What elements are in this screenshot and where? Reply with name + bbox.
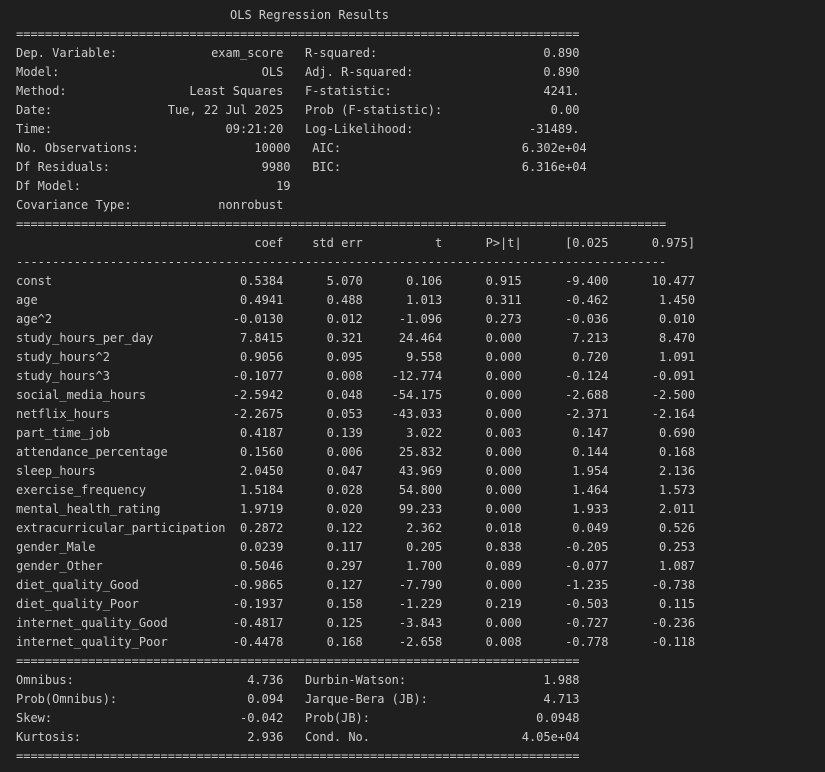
separator-coef-dash: ----------------------------------------… (16, 255, 667, 269)
coef-row: part_time_job 0.4187 0.139 3.022 0.003 0… (16, 426, 696, 440)
separator-bottom: ========================================… (16, 749, 580, 763)
coef-row: attendance_percentage 0.1560 0.006 25.83… (16, 445, 696, 459)
coef-row: age 0.4941 0.488 1.013 0.311 -0.462 1.45… (16, 293, 696, 307)
summary-row: Df Residuals: 9980 BIC: 6.316e+04 (16, 160, 587, 174)
coef-row: study_hours^3 -0.1077 0.008 -12.774 0.00… (16, 369, 696, 383)
coef-table-header: coef std err t P>|t| [0.025 0.975] (16, 236, 696, 250)
summary-row: No. Observations: 10000 AIC: 6.302e+04 (16, 141, 587, 155)
coef-row: mental_health_rating 1.9719 0.020 99.233… (16, 502, 696, 516)
coef-row: netflix_hours -2.2675 0.053 -43.033 0.00… (16, 407, 696, 421)
coef-row: study_hours^2 0.9056 0.095 9.558 0.000 0… (16, 350, 696, 364)
coef-row: exercise_frequency 1.5184 0.028 54.800 0… (16, 483, 696, 497)
summary-row: Df Model: 19 (16, 179, 587, 193)
summary-row: Time: 09:21:20 Log-Likelihood: -31489. (16, 122, 580, 136)
separator-diag-top: ========================================… (16, 654, 580, 668)
coef-row: internet_quality_Good -0.4817 0.125 -3.8… (16, 616, 696, 630)
diagnostic-row: Prob(Omnibus): 0.094 Jarque-Bera (JB): 4… (16, 692, 580, 706)
separator-top: ========================================… (16, 27, 580, 41)
coef-row: age^2 -0.0130 0.012 -1.096 0.273 -0.036 … (16, 312, 696, 326)
page-title: OLS Regression Results (230, 8, 389, 22)
summary-row: Dep. Variable: exam_score R-squared: 0.8… (16, 46, 580, 60)
coef-row: diet_quality_Poor -0.1937 0.158 -1.229 0… (16, 597, 696, 611)
diagnostic-row: Omnibus: 4.736 Durbin-Watson: 1.988 (16, 673, 580, 687)
summary-row: Model: OLS Adj. R-squared: 0.890 (16, 65, 580, 79)
summary-row: Method: Least Squares F-statistic: 4241. (16, 84, 580, 98)
summary-row: Date: Tue, 22 Jul 2025 Prob (F-statistic… (16, 103, 580, 117)
coef-row: internet_quality_Poor -0.4478 0.168 -2.6… (16, 635, 696, 649)
coef-row: gender_Other 0.5046 0.297 1.700 0.089 -0… (16, 559, 696, 573)
coef-row: sleep_hours 2.0450 0.047 43.969 0.000 1.… (16, 464, 696, 478)
diagnostic-row: Skew: -0.042 Prob(JB): 0.0948 (16, 711, 580, 725)
separator-coef-top: ========================================… (16, 217, 667, 231)
diagnostic-row: Kurtosis: 2.936 Cond. No. 4.05e+04 (16, 730, 580, 744)
coef-row: const 0.5384 5.070 0.106 0.915 -9.400 10… (16, 274, 696, 288)
coef-row: social_media_hours -2.5942 0.048 -54.175… (16, 388, 696, 402)
notebook-output: OLS Regression Results =================… (0, 0, 825, 772)
coef-row: diet_quality_Good -0.9865 0.127 -7.790 0… (16, 578, 696, 592)
coef-row: gender_Male 0.0239 0.117 0.205 0.838 -0.… (16, 540, 696, 554)
summary-row: Covariance Type: nonrobust (16, 198, 580, 212)
coef-row: extracurricular_participation 0.2872 0.1… (16, 521, 696, 535)
coef-row: study_hours_per_day 7.8415 0.321 24.464 … (16, 331, 696, 345)
